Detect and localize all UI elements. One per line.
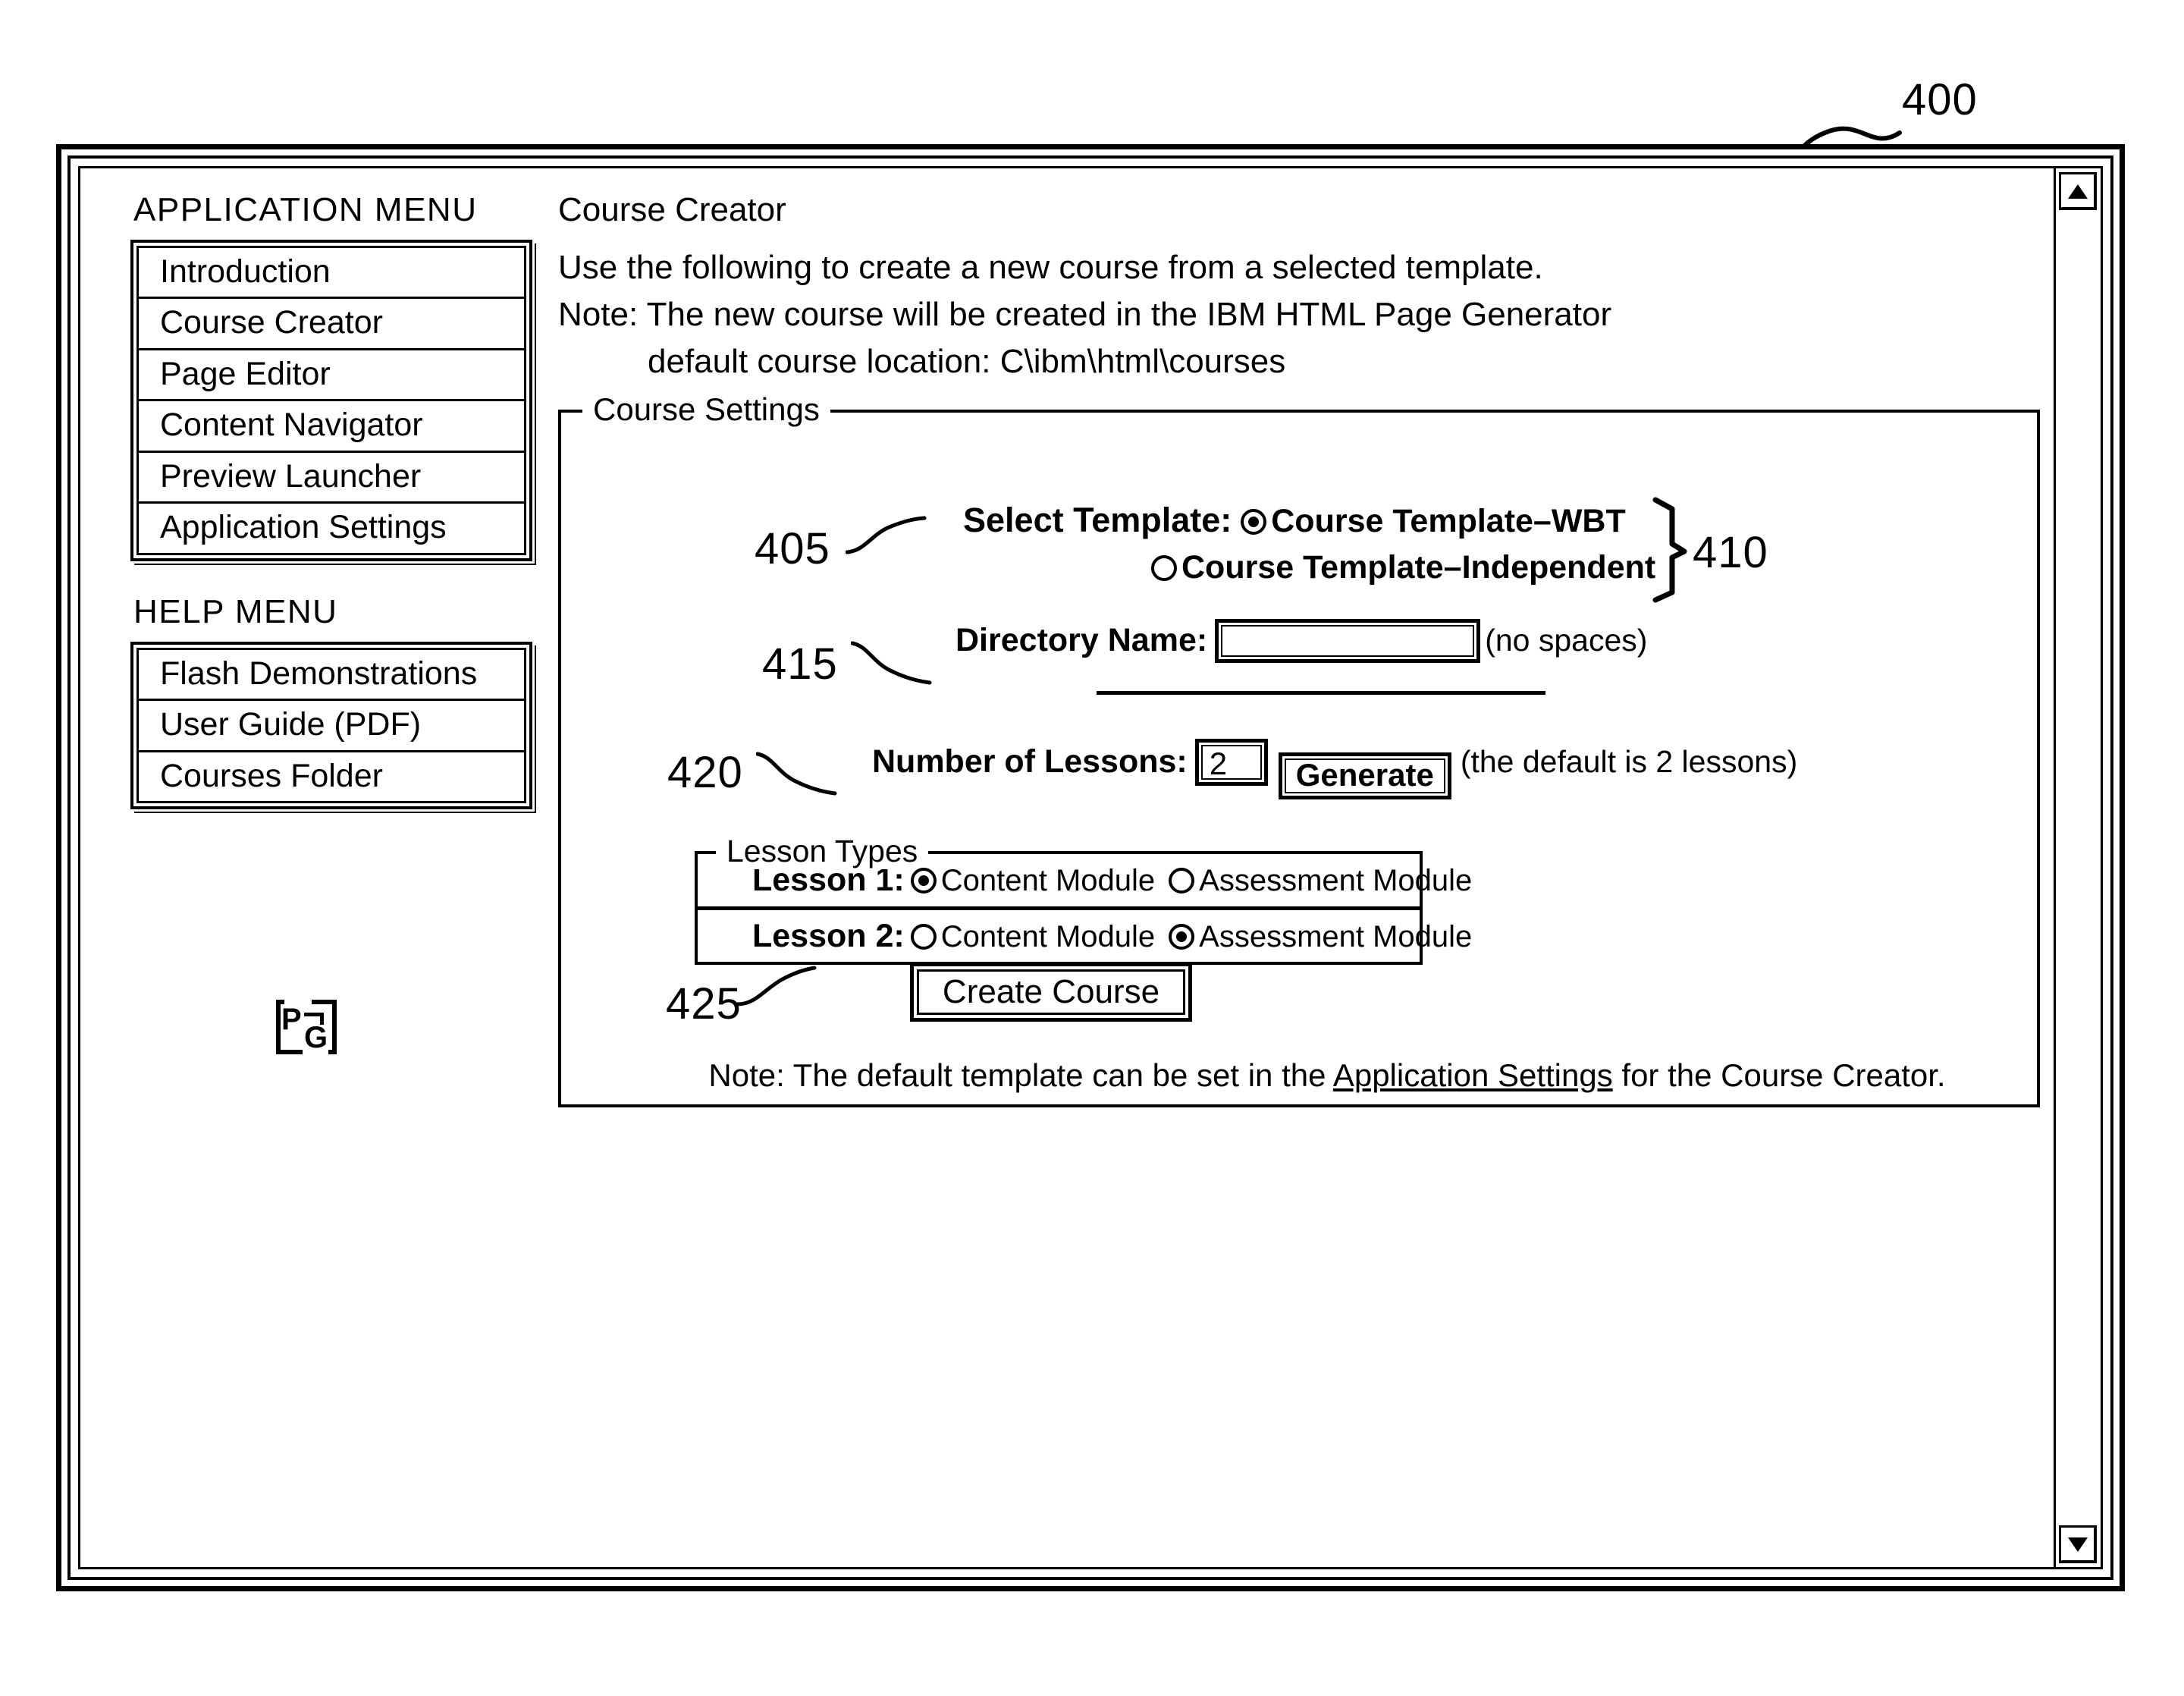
application-menu-list: Introduction Course Creator Page Editor … (136, 246, 526, 555)
directory-name-hint: (no spaces) (1485, 623, 1648, 658)
radio-course-template-wbt[interactable] (1241, 509, 1267, 535)
label-course-template-wbt: Course Template–WBT (1271, 503, 1626, 539)
number-of-lessons-input[interactable]: 2 (1194, 739, 1268, 786)
footer-note-prefix: Note: The default template can be set in… (708, 1057, 1333, 1093)
application-window: APPLICATION MENU Introduction Course Cre… (56, 144, 2125, 1591)
number-of-lessons-value: 2 (1209, 746, 1228, 781)
figure-ref-410: 410 (1693, 528, 1768, 577)
radio-course-template-independent[interactable] (1151, 555, 1177, 581)
radio-lesson-1-assessment-module[interactable] (1169, 868, 1195, 894)
lesson-1-assessment-option[interactable]: Assessment Module (1169, 864, 1472, 897)
lesson-2-content-option[interactable]: Content Module (910, 920, 1156, 954)
scroll-up-button[interactable] (2059, 172, 2097, 210)
application-menu-heading: APPLICATION MENU (133, 191, 478, 228)
number-of-lessons-label: Number of Lessons: (872, 743, 1188, 780)
sidebar-item-flash-demonstrations[interactable]: Flash Demonstrations (139, 649, 524, 702)
label-lesson-1-assessment-module: Assessment Module (1199, 864, 1473, 897)
help-menu-list: Flash Demonstrations User Guide (PDF) Co… (136, 647, 526, 803)
sidebar: APPLICATION MENU Introduction Course Cre… (130, 191, 532, 809)
radio-lesson-1-content-module[interactable] (910, 868, 937, 894)
application-settings-link[interactable]: Application Settings (1333, 1057, 1613, 1093)
sidebar-item-user-guide-pdf[interactable]: User Guide (PDF) (139, 701, 524, 752)
sidebar-item-application-settings[interactable]: Application Settings (139, 504, 524, 553)
course-settings-groupbox: Course Settings Select Template: Course … (558, 391, 2040, 1107)
note-line-2: default course location: C\ibm\html\cour… (648, 343, 1286, 380)
figure-ref-400: 400 (1902, 75, 1978, 124)
help-menu-box: Flash Demonstrations User Guide (PDF) Co… (130, 641, 532, 809)
lesson-2-assessment-option[interactable]: Assessment Module (1169, 920, 1472, 953)
figure-ref-425: 425 (666, 979, 742, 1029)
intro-text: Use the following to create a new course… (558, 249, 1543, 286)
svg-text:G: G (304, 1021, 328, 1054)
sidebar-item-courses-folder[interactable]: Courses Folder (139, 752, 524, 801)
lesson-types-groupbox: Lesson Types Lesson 1: Content Module Asse… (695, 834, 1472, 965)
select-template-label: Select Template: (963, 501, 1232, 539)
lesson-1-content-option[interactable]: Content Module (910, 864, 1156, 897)
select-template-option-2-wrapper: Course Template–Independent (1151, 549, 1655, 586)
number-of-lessons-hint: (the default is 2 lessons) (1460, 744, 1798, 779)
triangle-down-icon (2068, 1537, 2088, 1552)
radio-lesson-2-content-module[interactable] (910, 924, 937, 950)
figure-ref-420: 420 (667, 748, 743, 797)
page-title: Course Creator (558, 191, 786, 228)
application-menu-box: Introduction Course Creator Page Editor … (130, 240, 532, 561)
lesson-types-legend: Lesson Types (716, 834, 929, 869)
sidebar-item-introduction[interactable]: Introduction (139, 248, 524, 300)
footer-note-suffix: for the Course Creator. (1612, 1057, 1946, 1093)
sidebar-item-course-creator[interactable]: Course Creator (139, 299, 524, 350)
directory-name-input[interactable] (1215, 619, 1481, 663)
help-menu-heading: HELP MENU (133, 592, 338, 630)
course-settings-legend: Course Settings (582, 391, 830, 428)
directory-name-label: Directory Name: (956, 622, 1208, 658)
number-of-lessons-row: Number of Lessons: 2 Generate (the default … (872, 739, 1797, 799)
window-client-area: APPLICATION MENU Introduction Course Cre… (78, 166, 2103, 1569)
vertical-scrollbar[interactable] (2054, 168, 2101, 1567)
window-frame-inner: APPLICATION MENU Introduction Course Cre… (67, 155, 2113, 1580)
directory-name-row: Directory Name: (no spaces) (956, 619, 1647, 663)
course-settings-footer-note: Note: The default template can be set in… (584, 1057, 2070, 1094)
create-course-button[interactable]: Create Course (910, 963, 1192, 1022)
label-lesson-2-assessment-module: Assessment Module (1199, 920, 1473, 954)
select-template-row: Select Template: Course Template–WBT Cou… (963, 501, 1655, 586)
triangle-up-icon (2068, 184, 2088, 199)
lesson-row-2: Lesson 2: Content Module Assessment Module (698, 910, 1472, 963)
label-lesson-1-content-module: Content Module (940, 864, 1156, 897)
sidebar-item-content-navigator[interactable]: Content Navigator (139, 401, 524, 453)
sidebar-item-page-editor[interactable]: Page Editor (139, 350, 524, 402)
lesson-2-label: Lesson 2: (752, 918, 905, 955)
label-course-template-independent: Course Template–Independent (1181, 549, 1656, 586)
svg-text:P: P (281, 1003, 302, 1036)
horizontal-divider (1097, 691, 1545, 695)
radio-lesson-2-assessment-module[interactable] (1169, 924, 1195, 950)
sidebar-item-preview-launcher[interactable]: Preview Launcher (139, 452, 524, 504)
figure-ref-405: 405 (755, 524, 830, 573)
figure-ref-415: 415 (762, 639, 838, 689)
label-lesson-2-content-module: Content Module (940, 920, 1156, 954)
pg-logo: P G (276, 1000, 337, 1054)
scroll-down-button[interactable] (2059, 1525, 2097, 1563)
generate-button[interactable]: Generate (1278, 752, 1451, 799)
note-line-1: Note: The new course will be created in … (558, 296, 1612, 333)
